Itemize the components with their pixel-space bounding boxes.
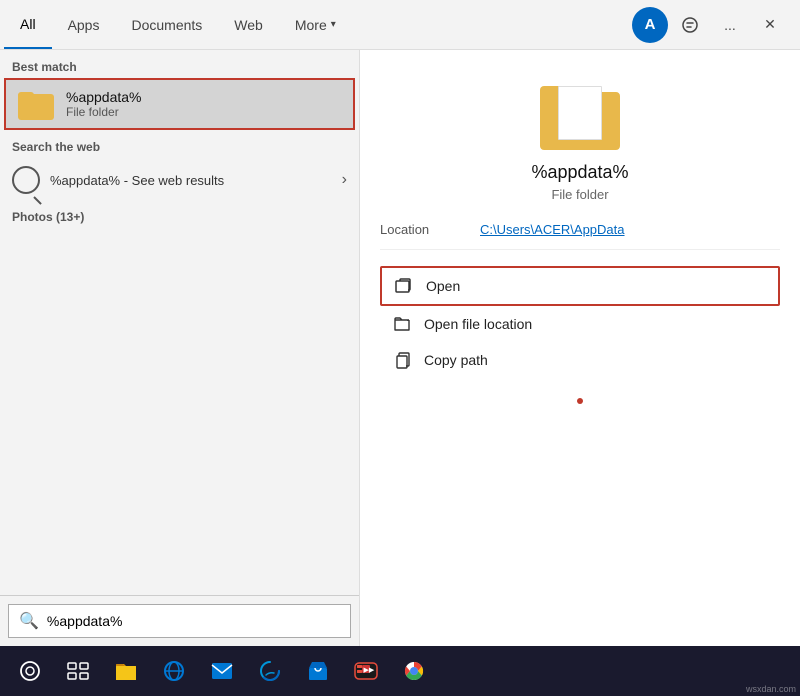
- location-label: Location: [380, 222, 480, 237]
- search-input[interactable]: [47, 613, 340, 629]
- folder-preview-icon: [540, 80, 620, 150]
- taskbar-mail-button[interactable]: [200, 649, 244, 693]
- search-box[interactable]: 🔍: [8, 604, 351, 638]
- copy-icon: [392, 350, 412, 370]
- tab-documents[interactable]: Documents: [115, 0, 218, 49]
- avatar-label: A: [645, 16, 656, 33]
- folder-paper: [558, 86, 602, 140]
- best-match-title: %appdata%: [66, 89, 142, 105]
- chevron-right-icon: ›: [342, 171, 347, 189]
- taskbar-taskview-button[interactable]: [56, 649, 100, 693]
- taskbar-search-button[interactable]: [8, 649, 52, 693]
- user-avatar[interactable]: A: [632, 7, 668, 43]
- top-navigation: All Apps Documents Web More ▾ A: [0, 0, 800, 50]
- ellipsis-button[interactable]: ...: [712, 7, 748, 43]
- taskbar-ie-button[interactable]: [152, 649, 196, 693]
- taskbar-chrome-button[interactable]: [392, 649, 436, 693]
- tab-apps[interactable]: Apps: [52, 0, 116, 49]
- watermark: wsxdan.com: [746, 684, 796, 694]
- tab-more-label: More: [295, 17, 327, 33]
- app-container: All Apps Documents Web More ▾ A: [0, 0, 800, 696]
- open-file-location-label: Open file location: [424, 316, 532, 332]
- main-content: Best match %appdata% File folder Search …: [0, 50, 800, 646]
- taskbar-store-button[interactable]: [296, 649, 340, 693]
- open-action[interactable]: Open: [380, 266, 780, 306]
- best-match-label: Best match: [0, 50, 359, 78]
- preview-title: %appdata%: [531, 162, 628, 183]
- search-web-label: Search the web: [0, 130, 359, 158]
- photos-label: Photos (13+): [0, 202, 359, 228]
- tab-web-label: Web: [234, 17, 263, 33]
- copy-path-label: Copy path: [424, 352, 488, 368]
- tab-web[interactable]: Web: [218, 0, 279, 49]
- tab-more[interactable]: More ▾: [279, 0, 352, 49]
- feedback-button[interactable]: [672, 7, 708, 43]
- svg-text:▶▶: ▶▶: [364, 667, 375, 674]
- tab-documents-label: Documents: [131, 17, 202, 33]
- right-panel: %appdata% File folder Location C:\Users\…: [360, 50, 800, 646]
- file-location-icon: [392, 314, 412, 334]
- best-match-text: %appdata% File folder: [66, 89, 142, 119]
- red-dot-indicator: [577, 398, 583, 404]
- tab-all[interactable]: All: [4, 0, 52, 49]
- taskbar-gaming-button[interactable]: ▶▶: [344, 649, 388, 693]
- copy-path-action[interactable]: Copy path: [380, 342, 780, 378]
- chevron-down-icon: ▾: [331, 19, 336, 30]
- open-label: Open: [426, 278, 460, 294]
- location-row: Location C:\Users\ACER\AppData: [380, 222, 780, 250]
- preview-subtitle: File folder: [551, 187, 608, 202]
- search-web-text: %appdata% - See web results: [50, 173, 224, 188]
- left-spacer: [0, 228, 359, 595]
- taskbar-edge-button[interactable]: [248, 649, 292, 693]
- folder-icon: [18, 88, 54, 120]
- best-match-subtitle: File folder: [66, 105, 142, 119]
- search-icon: [12, 166, 40, 194]
- search-box-container: 🔍: [0, 595, 359, 646]
- search-web-item[interactable]: %appdata% - See web results ›: [0, 158, 359, 202]
- best-match-item[interactable]: %appdata% File folder: [4, 78, 355, 130]
- action-list: Open Open file location: [380, 266, 780, 378]
- taskbar: ▶▶ wsxdan.com: [0, 646, 800, 696]
- open-file-location-action[interactable]: Open file location: [380, 306, 780, 342]
- left-panel: Best match %appdata% File folder Search …: [0, 50, 360, 646]
- nav-right-controls: A ... ✕: [632, 0, 796, 49]
- location-value[interactable]: C:\Users\ACER\AppData: [480, 222, 625, 237]
- tab-all-label: All: [20, 16, 36, 32]
- tab-apps-label: Apps: [68, 17, 100, 33]
- close-button[interactable]: ✕: [752, 7, 788, 43]
- taskbar-file-explorer-button[interactable]: [104, 649, 148, 693]
- open-icon: [394, 276, 414, 296]
- search-box-icon: 🔍: [19, 611, 39, 631]
- ellipsis-icon: ...: [724, 17, 736, 33]
- close-icon: ✕: [764, 16, 776, 33]
